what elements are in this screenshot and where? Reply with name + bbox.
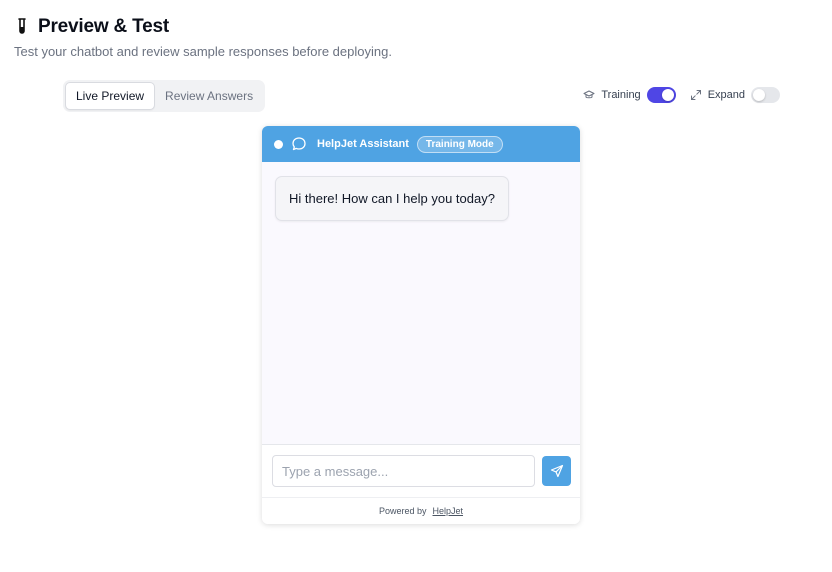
chat-bubble-icon	[291, 136, 307, 152]
brand-link[interactable]: HelpJet	[433, 506, 464, 516]
test-tube-icon	[14, 17, 30, 37]
training-toggle-group: Training	[583, 87, 676, 103]
message-input[interactable]	[272, 455, 535, 487]
toggle-knob	[753, 89, 765, 101]
bot-message: Hi there! How can I help you today?	[275, 176, 509, 221]
toggle-bar: Training Expand	[583, 87, 780, 103]
chat-footer: Powered by HelpJet	[262, 497, 580, 524]
send-icon	[550, 464, 564, 478]
training-toggle-label: Training	[601, 89, 641, 101]
send-button[interactable]	[542, 456, 571, 486]
expand-toggle[interactable]	[751, 87, 780, 103]
page-subtitle: Test your chatbot and review sample resp…	[14, 44, 392, 59]
toggle-knob	[661, 89, 674, 101]
training-toggle[interactable]	[646, 87, 676, 103]
page-header: Preview & Test Test your chatbot and rev…	[14, 16, 392, 59]
view-tabs: Live Preview Review Answers	[63, 80, 266, 112]
expand-toggle-group: Expand	[690, 87, 780, 103]
title-row: Preview & Test	[14, 16, 392, 38]
expand-toggle-label: Expand	[707, 89, 745, 101]
tab-live-preview[interactable]: Live Preview	[65, 82, 156, 110]
powered-by-label: Powered by	[378, 506, 427, 516]
message-list: Hi there! How can I help you today?	[262, 162, 580, 444]
training-mode-badge: Training Mode	[416, 135, 503, 153]
page-title: Preview & Test	[38, 16, 169, 37]
graduation-cap-icon	[583, 89, 595, 101]
assistant-name: HelpJet Assistant	[317, 138, 409, 150]
message-composer	[262, 444, 580, 497]
tab-review-answers[interactable]: Review Answers	[155, 82, 263, 110]
status-dot	[274, 139, 283, 149]
chat-header: HelpJet Assistant Training Mode	[262, 126, 580, 162]
expand-icon	[690, 89, 702, 101]
chat-widget: HelpJet Assistant Training Mode Hi there…	[262, 126, 580, 524]
